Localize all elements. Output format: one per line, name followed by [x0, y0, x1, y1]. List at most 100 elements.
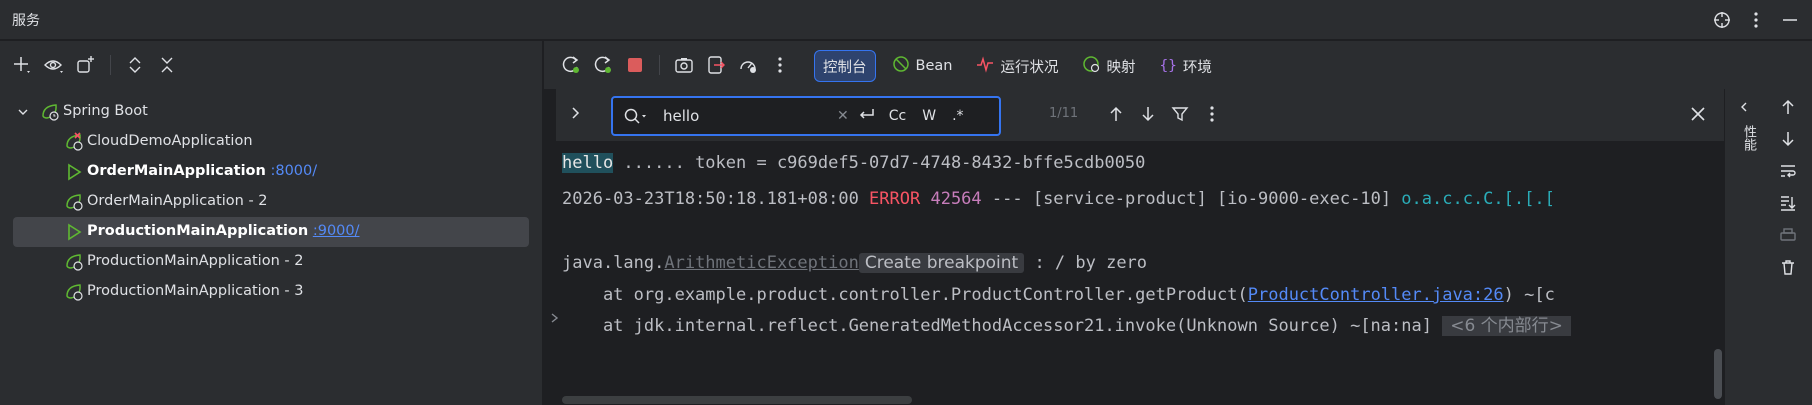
spring-boot-icon	[40, 102, 60, 126]
console-line: java.lang.ArithmeticException Create brea…	[562, 253, 1148, 273]
braces-icon: {}	[1159, 58, 1177, 74]
rerun-icon[interactable]	[559, 53, 583, 77]
tab-label: 映射	[1106, 59, 1136, 76]
search-history-icon[interactable]	[623, 106, 651, 130]
spring-boot-icon	[64, 252, 84, 276]
horizontal-scrollbar[interactable]	[562, 396, 912, 404]
filter-icon[interactable]	[1168, 102, 1192, 126]
camera-icon[interactable]	[672, 53, 696, 77]
tab-health[interactable]: 运行状况	[968, 50, 1066, 82]
fold-chevron-icon[interactable]	[548, 311, 562, 329]
console-line: 2026-03-23T18:50:18.181+08:00 ERROR 4256…	[562, 189, 1555, 209]
trash-icon[interactable]	[1776, 255, 1800, 279]
regex-toggle[interactable]: .*	[948, 108, 967, 124]
performance-tab[interactable]: 性能	[1739, 125, 1758, 151]
console-output[interactable]: hello ...... token = c969def5-07d7-4748-…	[544, 149, 1724, 405]
tab-label: 环境	[1182, 59, 1212, 76]
tab-mappings[interactable]: 映射	[1074, 50, 1143, 82]
tab-bean[interactable]: Bean	[884, 50, 961, 82]
print-icon[interactable]	[1776, 223, 1800, 247]
exception-link[interactable]: ArithmeticException	[664, 253, 858, 273]
services-toolbar	[10, 53, 179, 77]
tree-root-label: Spring Boot	[63, 103, 148, 119]
add-icon[interactable]	[10, 53, 34, 77]
vertical-scrollbar[interactable]	[1714, 349, 1722, 399]
logger-name: o.a.c.c.C.[.[.[	[1401, 189, 1555, 209]
tree-item-productionmain[interactable]: ProductionMainApplication :9000/	[13, 217, 529, 247]
tab-console[interactable]: 控制台	[814, 50, 876, 82]
export-icon[interactable]	[704, 53, 728, 77]
rerun-failed-icon[interactable]	[591, 53, 615, 77]
tree-item-label: ProductionMainApplication	[87, 223, 309, 239]
log-level: ERROR	[869, 189, 921, 209]
console-panel: 控制台 Bean 运行状况 映射 {} 环境 hello ✕ Cc W .* 1…	[544, 41, 1812, 405]
tree-item-label: ProductionMainApplication - 2	[87, 253, 304, 269]
search-box[interactable]: ✕ Cc W .*	[611, 96, 1001, 136]
clear-icon[interactable]: ✕	[837, 108, 849, 124]
tree-item-label: OrderMainApplication	[87, 163, 266, 179]
soft-wrap-icon[interactable]	[1776, 159, 1800, 183]
tab-label: 控制台	[823, 59, 867, 76]
run-icon	[64, 222, 84, 246]
source-link[interactable]: ProductController.java:26	[1248, 285, 1504, 305]
globe-icon	[1082, 55, 1100, 77]
chevron-down-icon[interactable]	[16, 105, 30, 123]
title-bar: 服务	[0, 0, 1812, 40]
more-vertical-icon[interactable]	[768, 53, 792, 77]
tree-item-label: CloudDemoApplication	[87, 133, 253, 149]
tab-label: 运行状况	[1000, 59, 1059, 76]
crosshair-icon[interactable]	[1710, 8, 1734, 32]
folded-lines-badge[interactable]: <6 个内部行>	[1442, 316, 1571, 336]
tree-item-ordermain[interactable]: OrderMainApplication :8000/	[0, 157, 543, 187]
chevron-right-icon[interactable]	[566, 103, 586, 127]
toolbar-separator	[659, 55, 660, 75]
console-side-tools	[1766, 89, 1812, 405]
more-vertical-icon[interactable]	[1744, 8, 1768, 32]
arrow-up-icon[interactable]	[1104, 102, 1128, 126]
tree-item-label: ProductionMainApplication - 3	[87, 283, 304, 299]
chevron-left-icon[interactable]	[1736, 99, 1752, 119]
find-bar: ✕ Cc W .* 1/11	[556, 89, 1756, 141]
port-link[interactable]: :8000/	[270, 163, 317, 179]
run-toolbar: 控制台 Bean 运行状况 映射 {} 环境	[544, 41, 1812, 89]
eye-icon[interactable]	[42, 53, 66, 77]
create-breakpoint-button[interactable]: Create breakpoint	[858, 253, 1025, 273]
console-line: at org.example.product.controller.Produc…	[562, 285, 1555, 305]
more-vertical-icon[interactable]	[1200, 102, 1224, 126]
match-case-toggle[interactable]: Cc	[885, 108, 910, 124]
stop-icon[interactable]	[623, 53, 647, 77]
tree-item-productionmain-2[interactable]: ProductionMainApplication - 2	[0, 247, 543, 277]
port-link[interactable]: :9000/	[313, 223, 360, 239]
run-icon	[64, 162, 84, 186]
tree-item-productionmain-3[interactable]: ProductionMainApplication - 3	[0, 277, 543, 307]
expand-all-icon[interactable]	[123, 53, 147, 77]
arrow-up-icon[interactable]	[1776, 95, 1800, 119]
tree-item-label: OrderMainApplication - 2	[87, 193, 268, 209]
minimize-icon[interactable]	[1778, 8, 1802, 32]
console-line: at jdk.internal.reflect.GeneratedMethodA…	[562, 314, 1571, 338]
window-title: 服务	[12, 13, 40, 29]
scroll-to-end-icon[interactable]	[1776, 191, 1800, 215]
arrow-down-icon[interactable]	[1136, 102, 1160, 126]
close-icon[interactable]	[1686, 102, 1710, 126]
process-id: 42564	[920, 189, 982, 209]
speedometer-icon[interactable]	[736, 53, 760, 77]
services-tree: Spring Boot CloudDemoApplication OrderMa…	[0, 97, 543, 307]
spring-boot-icon	[64, 192, 84, 216]
pulse-icon	[976, 55, 994, 77]
tree-item-clouddemo[interactable]: CloudDemoApplication	[0, 127, 543, 157]
console-tabs: 控制台 Bean 运行状况 映射 {} 环境	[814, 50, 1220, 82]
tree-item-ordermain-2[interactable]: OrderMainApplication - 2	[0, 187, 543, 217]
performance-strip: 性能	[1724, 89, 1766, 405]
match-count: 1/11	[1049, 106, 1079, 121]
arrow-down-icon[interactable]	[1776, 127, 1800, 151]
newline-icon[interactable]	[857, 104, 877, 128]
new-group-icon[interactable]	[74, 53, 98, 77]
spring-boot-icon	[64, 282, 84, 306]
tree-root-spring-boot[interactable]: Spring Boot	[0, 97, 543, 127]
collapse-all-icon[interactable]	[155, 53, 179, 77]
tab-environment[interactable]: {} 环境	[1151, 50, 1219, 82]
spring-error-icon	[64, 132, 84, 156]
search-input[interactable]	[663, 106, 833, 126]
whole-word-toggle[interactable]: W	[918, 108, 940, 124]
